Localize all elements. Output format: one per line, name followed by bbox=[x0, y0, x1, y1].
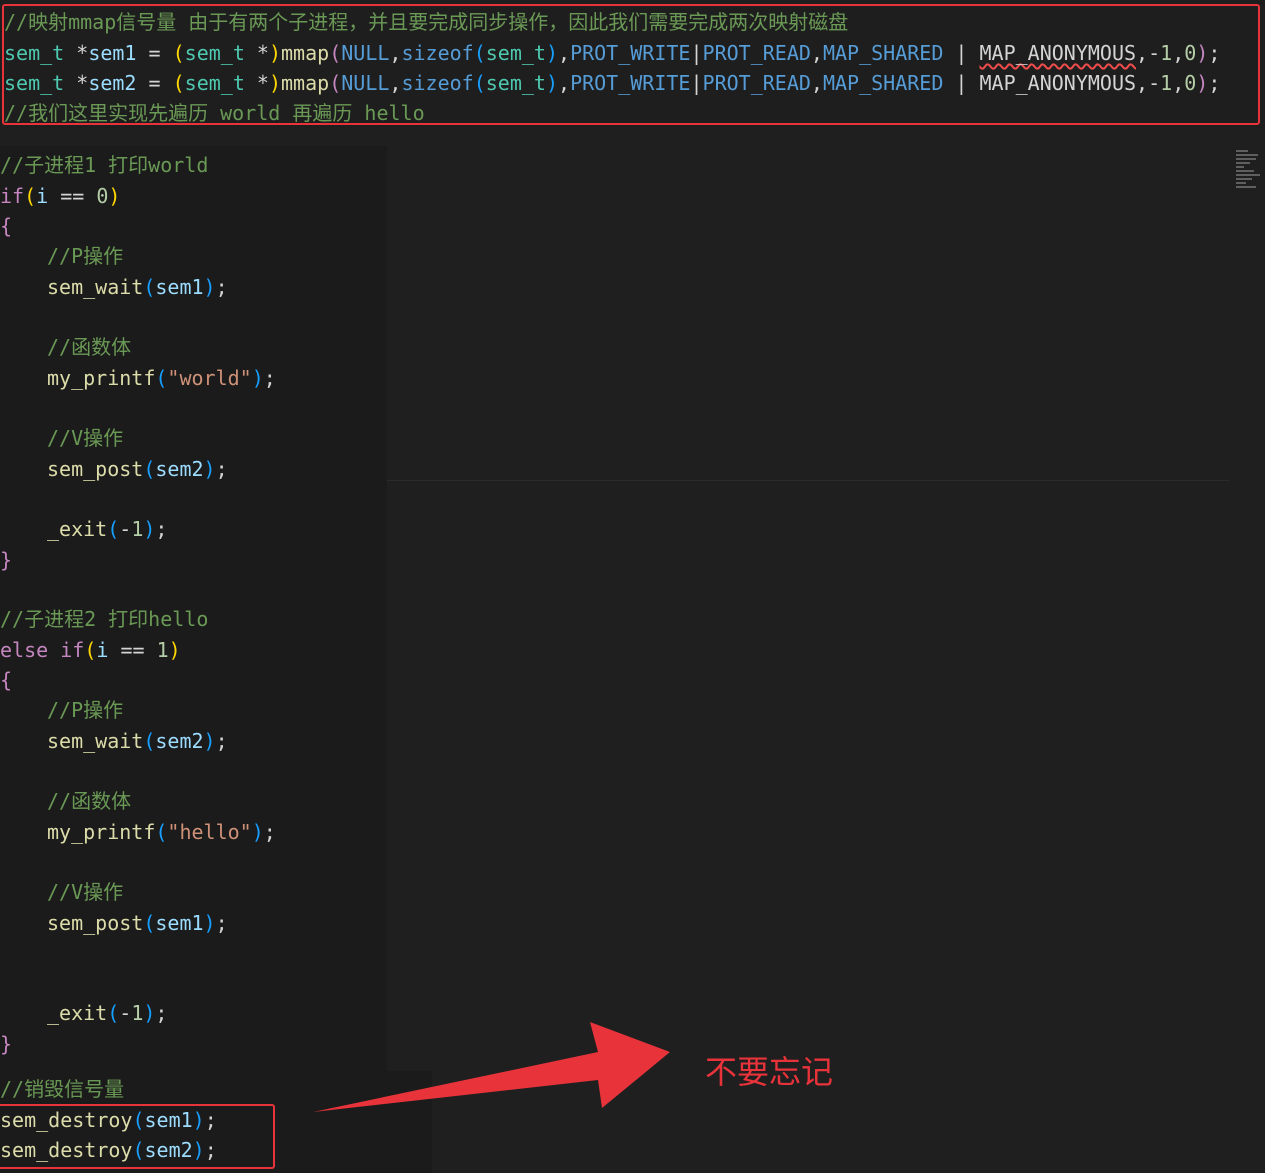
arrow-icon bbox=[313, 1022, 670, 1112]
annotation-text: 不要忘记 bbox=[705, 1053, 834, 1091]
